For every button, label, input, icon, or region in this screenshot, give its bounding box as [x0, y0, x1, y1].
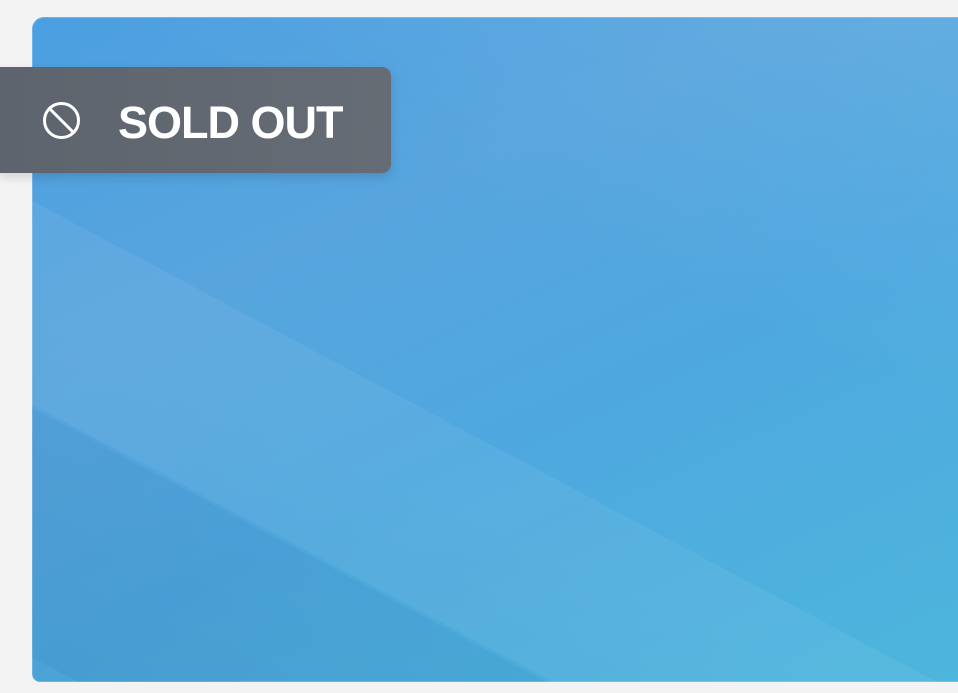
prohibited-icon	[40, 99, 83, 142]
sold-out-badge: SOLD OUT	[0, 67, 391, 173]
sold-out-label: SOLD OUT	[118, 96, 343, 148]
product-page: SOLD OUT	[0, 0, 958, 693]
